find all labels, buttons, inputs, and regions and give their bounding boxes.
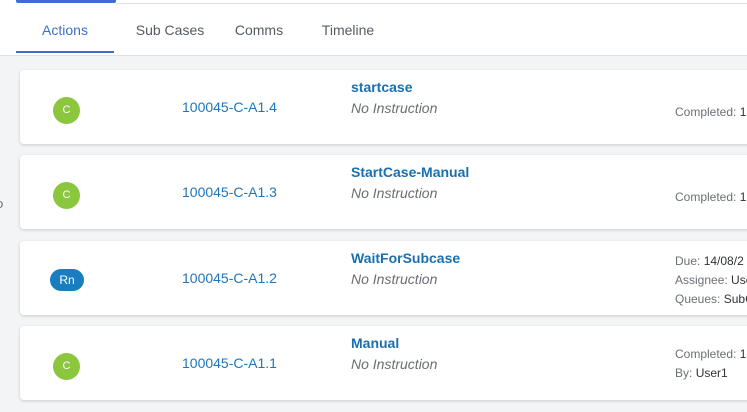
action-name-link[interactable]: StartCase-Manual [351, 164, 469, 180]
assignee-label: Assignee: [675, 273, 728, 287]
action-id-link[interactable]: 100045-C-A1.4 [182, 99, 277, 115]
action-instruction: No Instruction [351, 100, 438, 116]
action-instruction: No Instruction [351, 356, 438, 372]
action-name-link[interactable]: Manual [351, 335, 399, 351]
by-row: By: User1 [675, 364, 746, 383]
action-meta: Completed: 1 [675, 188, 746, 207]
action-name-link[interactable]: startcase [351, 79, 413, 95]
status-badge-completed: C [53, 97, 80, 124]
action-meta: Completed: 1 By: User1 [675, 345, 746, 383]
by-value: User1 [695, 366, 728, 380]
status-badge-completed: C [53, 353, 80, 380]
action-card[interactable]: C 100045-C-A1.3 StartCase-Manual No Inst… [20, 155, 747, 229]
completed-value: 1 [739, 347, 747, 361]
assignee-value: Use [731, 273, 747, 287]
queues-value: SubC [723, 292, 747, 306]
completed-value: 1 [739, 190, 747, 204]
action-id-link[interactable]: 100045-C-A1.1 [182, 355, 277, 371]
queues-label: Queues: [675, 292, 721, 306]
status-badge-completed: C [53, 182, 80, 209]
completed-label: Completed: [675, 347, 737, 361]
action-instruction: No Instruction [351, 185, 438, 201]
queues-row: Queues: SubC [675, 290, 747, 309]
status-badge-running: Rn [50, 269, 84, 291]
action-card[interactable]: C 100045-C-A1.1 Manual No Instruction Co… [20, 326, 747, 400]
completed-label: Completed: [675, 105, 737, 119]
by-label: By: [675, 366, 693, 380]
due-label: Due: [675, 254, 701, 268]
tab-timeline[interactable]: Timeline [292, 8, 404, 53]
tabs: Actions Sub Cases Comms Timeline [16, 8, 404, 55]
side-fragment-text: o [0, 196, 3, 211]
top-divider [116, 3, 747, 4]
tab-actions[interactable]: Actions [16, 8, 114, 53]
tab-bar: Actions Sub Cases Comms Timeline [0, 0, 747, 56]
action-meta: Completed: 1 [675, 103, 746, 122]
action-card[interactable]: C 100045-C-A1.4 startcase No Instruction… [20, 70, 747, 144]
completed-label: Completed: [675, 190, 737, 204]
action-id-link[interactable]: 100045-C-A1.2 [182, 270, 277, 286]
action-id-link[interactable]: 100045-C-A1.3 [182, 184, 277, 200]
action-instruction: No Instruction [351, 271, 438, 287]
tab-sub-cases[interactable]: Sub Cases [114, 8, 226, 53]
action-meta: Due: 14/08/2 Assignee: Use Queues: SubC [675, 252, 747, 309]
assignee-row: Assignee: Use [675, 271, 747, 290]
completed-row: Completed: 1 [675, 345, 746, 364]
action-card[interactable]: Rn 100045-C-A1.2 WaitForSubcase No Instr… [20, 241, 747, 315]
due-row: Due: 14/08/2 [675, 252, 747, 271]
tab-comms[interactable]: Comms [226, 8, 292, 53]
top-accent-line [16, 0, 116, 3]
action-name-link[interactable]: WaitForSubcase [351, 250, 460, 266]
completed-value: 1 [739, 105, 747, 119]
due-value: 14/08/2 [703, 254, 744, 268]
